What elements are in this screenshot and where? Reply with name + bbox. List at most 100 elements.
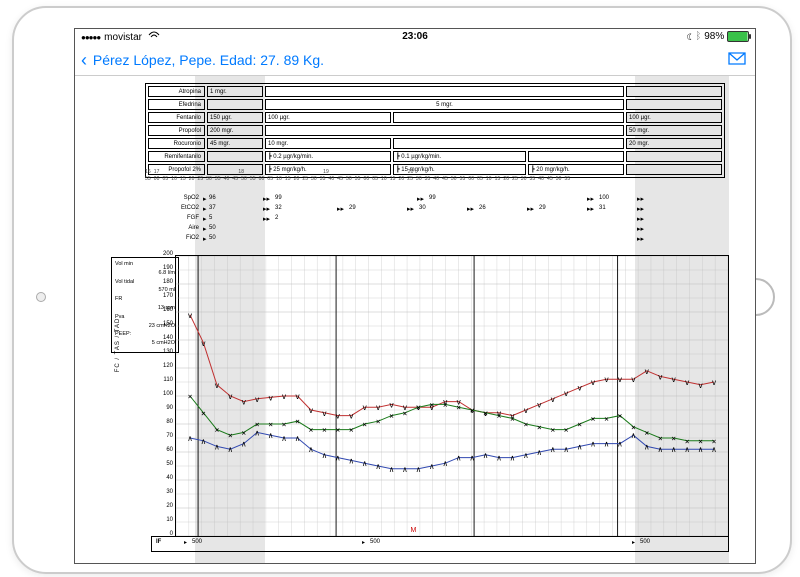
drug-label: Atropina bbox=[148, 86, 205, 97]
svg-text:×: × bbox=[349, 426, 354, 435]
vital-row-spo2: SpO2 ▸96 ▸▸99 ▸▸99 ▸▸100 ▸▸ bbox=[167, 195, 727, 205]
svg-text:×: × bbox=[228, 431, 233, 440]
svg-text:∧: ∧ bbox=[698, 445, 703, 454]
drug-row-fentanilo: Fentanilo 150 µgr. 100 µgr. 100 µgr. bbox=[148, 112, 722, 123]
svg-text:∧: ∧ bbox=[188, 434, 193, 443]
svg-text:v: v bbox=[523, 406, 528, 415]
svg-text:v: v bbox=[335, 412, 340, 421]
svg-text:×: × bbox=[483, 409, 488, 418]
svg-text:×: × bbox=[376, 417, 381, 426]
svg-text:×: × bbox=[214, 426, 219, 435]
svg-text:∧: ∧ bbox=[349, 456, 354, 465]
anesthesia-chart: vvvvvvvvvvvvvvvvvvvvvvvvvvvvvvvvvvvvvvvv… bbox=[175, 255, 729, 537]
svg-text:∧: ∧ bbox=[389, 465, 394, 474]
svg-text:×: × bbox=[470, 406, 475, 415]
y-axis-title: FC / TAS / TAD bbox=[115, 295, 121, 395]
svg-text:×: × bbox=[658, 434, 663, 443]
svg-text:v: v bbox=[362, 403, 367, 412]
status-bar: movistar 23:06 ☾ ᛒ 98% bbox=[75, 29, 755, 45]
svg-text:×: × bbox=[201, 409, 206, 418]
svg-text:∧: ∧ bbox=[456, 454, 461, 463]
svg-text:×: × bbox=[416, 403, 421, 412]
chevron-left-icon: ‹ bbox=[81, 50, 87, 70]
drug-row-efedrina: Efedrina 5 mgr. bbox=[148, 99, 722, 110]
svg-text:∧: ∧ bbox=[618, 440, 623, 449]
svg-text:v: v bbox=[712, 378, 717, 387]
svg-text:×: × bbox=[282, 420, 287, 429]
svg-text:∧: ∧ bbox=[255, 428, 260, 437]
svg-text:∧: ∧ bbox=[550, 445, 555, 454]
svg-text:v: v bbox=[349, 412, 354, 421]
svg-text:∧: ∧ bbox=[241, 440, 246, 449]
svg-text:∧: ∧ bbox=[322, 451, 327, 460]
back-button[interactable]: ‹ Pérez López, Pepe. Edad: 27. 89 Kg. bbox=[81, 50, 324, 71]
svg-text:×: × bbox=[241, 428, 246, 437]
svg-text:×: × bbox=[564, 426, 569, 435]
svg-text:×: × bbox=[322, 426, 327, 435]
svg-text:∧: ∧ bbox=[644, 442, 649, 451]
svg-text:v: v bbox=[658, 372, 663, 381]
drug-row-remifentanilo: Remifentanilo ┣ 0.2 µgr/kg/min. ┣ 0.1 µg… bbox=[148, 151, 722, 162]
svg-text:∧: ∧ bbox=[443, 459, 448, 468]
svg-text:v: v bbox=[255, 395, 260, 404]
svg-text:v: v bbox=[268, 393, 273, 402]
svg-text:∧: ∧ bbox=[268, 431, 273, 440]
svg-text:×: × bbox=[497, 412, 502, 421]
svg-text:v: v bbox=[241, 398, 246, 407]
svg-text:∧: ∧ bbox=[685, 445, 690, 454]
svg-text:×: × bbox=[389, 412, 394, 421]
svg-text:v: v bbox=[201, 339, 206, 348]
svg-text:v: v bbox=[322, 409, 327, 418]
svg-text:×: × bbox=[362, 420, 367, 429]
svg-text:×: × bbox=[295, 417, 300, 426]
svg-text:∧: ∧ bbox=[416, 465, 421, 474]
svg-text:∧: ∧ bbox=[403, 465, 408, 474]
svg-text:×: × bbox=[443, 400, 448, 409]
svg-text:v: v bbox=[295, 392, 300, 401]
svg-text:×: × bbox=[456, 403, 461, 412]
svg-text:×: × bbox=[510, 414, 515, 423]
svg-text:∧: ∧ bbox=[671, 445, 676, 454]
back-label: Pérez López, Pepe. Edad: 27. 89 Kg. bbox=[93, 52, 324, 68]
svg-text:v: v bbox=[214, 381, 219, 390]
battery-icon bbox=[727, 31, 749, 42]
if-row: IF ▸500 ▸500 ▸500 bbox=[151, 536, 729, 552]
svg-text:v: v bbox=[671, 375, 676, 384]
svg-text:×: × bbox=[268, 420, 273, 429]
svg-text:×: × bbox=[309, 426, 314, 435]
svg-text:×: × bbox=[671, 434, 676, 443]
svg-text:v: v bbox=[618, 375, 623, 384]
drug-row-rocuronio: Rocuronio 45 mgr. 10 mgr. 20 mgr. bbox=[148, 138, 722, 149]
vital-row-etco2: EtCO2 ▸37 ▸▸32 ▸▸29 ▸▸30 ▸▸26 ▸▸29 ▸▸31 … bbox=[167, 205, 727, 215]
mail-icon[interactable] bbox=[727, 50, 747, 66]
svg-text:v: v bbox=[604, 375, 609, 384]
moon-icon: ☾ bbox=[687, 31, 693, 42]
svg-text:∧: ∧ bbox=[537, 448, 542, 457]
svg-text:∧: ∧ bbox=[523, 451, 528, 460]
drug-table: Atropina 1 mgr. Efedrina 5 mgr. Fentanil… bbox=[145, 83, 725, 178]
svg-text:v: v bbox=[685, 378, 690, 387]
svg-text:×: × bbox=[335, 426, 340, 435]
vital-row-fgf: FGF ▸5 ▸▸2 ▸▸ bbox=[167, 215, 727, 225]
svg-text:∧: ∧ bbox=[591, 440, 596, 449]
svg-text:v: v bbox=[389, 400, 394, 409]
svg-text:∧: ∧ bbox=[631, 431, 636, 440]
svg-text:∧: ∧ bbox=[309, 445, 314, 454]
svg-text:v: v bbox=[698, 381, 703, 390]
svg-text:×: × bbox=[577, 420, 582, 429]
svg-text:×: × bbox=[429, 400, 434, 409]
svg-text:v: v bbox=[376, 403, 381, 412]
status-time: 23:06 bbox=[75, 31, 755, 42]
svg-text:v: v bbox=[188, 311, 193, 320]
svg-text:v: v bbox=[550, 395, 555, 404]
svg-text:×: × bbox=[188, 392, 193, 401]
svg-text:×: × bbox=[537, 423, 542, 432]
svg-text:∧: ∧ bbox=[483, 451, 488, 460]
svg-text:∧: ∧ bbox=[577, 442, 582, 451]
svg-text:×: × bbox=[403, 409, 408, 418]
svg-text:M: M bbox=[410, 527, 416, 534]
svg-text:∧: ∧ bbox=[712, 445, 717, 454]
timeline-axis: 16 17 18 19 20 55 00 05 10 15 20 25 bbox=[145, 169, 725, 182]
svg-text:v: v bbox=[577, 384, 582, 393]
svg-text:∧: ∧ bbox=[429, 462, 434, 471]
